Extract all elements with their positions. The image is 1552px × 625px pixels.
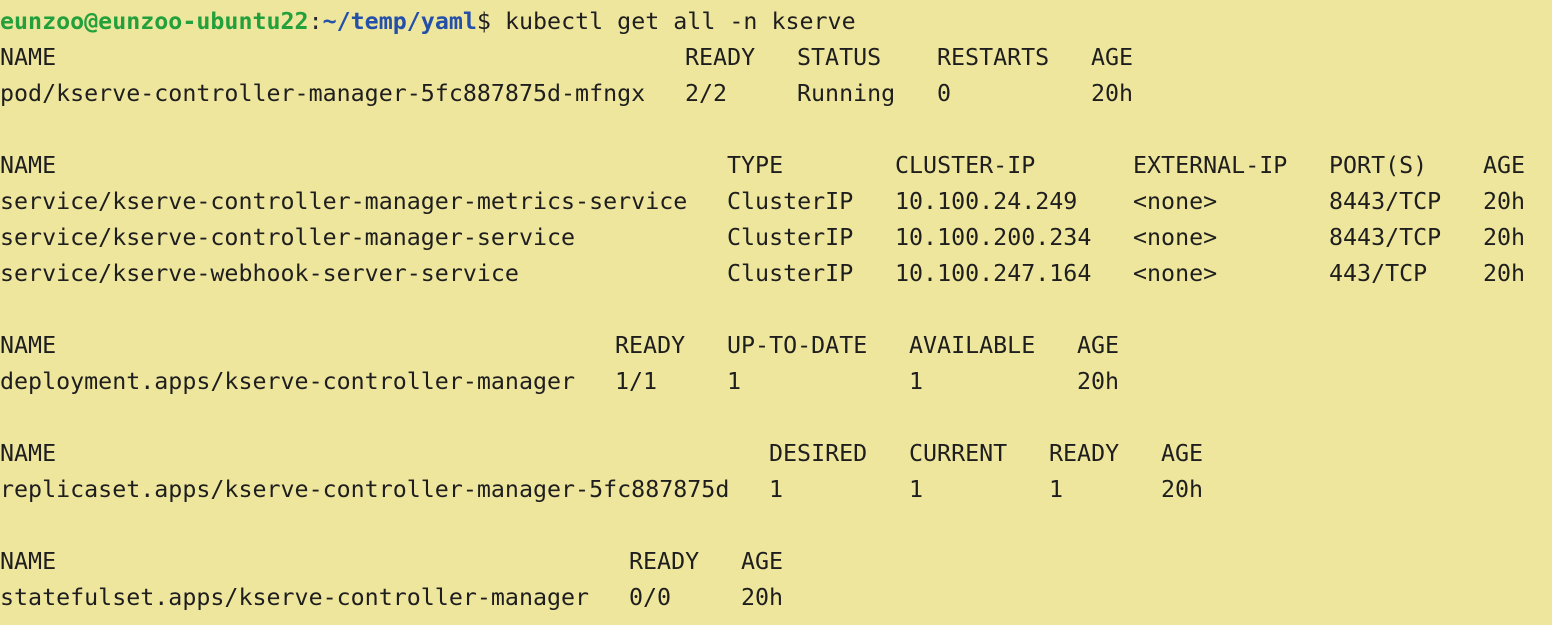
service-ports: 8443/TCP [1329,224,1442,251]
statefulsets-header: NAME READY AGE [0,544,1552,580]
pods-col-restarts: RESTARTS [937,44,1050,71]
deployments-col-ready: READY [615,332,686,359]
statefulset-age: 20h [741,584,784,611]
pods-header: NAME READY STATUS RESTARTS AGE [0,40,1552,76]
replicaset-desired: 1 [769,476,784,503]
service-cluster-ip: 10.100.24.249 [895,188,1078,215]
service-ports: 8443/TCP [1329,188,1442,215]
table-row: service/kserve-webhook-server-service Cl… [0,256,1552,292]
deployments-col-available: AVAILABLE [909,332,1036,359]
prompt-dollar: $ [476,8,491,35]
service-name: service/kserve-controller-manager-servic… [0,224,576,251]
service-age: 20h [1483,188,1526,215]
services-col-name: NAME [0,152,57,179]
service-external-ip: <none> [1133,188,1218,215]
pod-status: Running [797,80,896,107]
statefulsets-col-name: NAME [0,548,57,575]
statefulset-ready: 0/0 [629,584,672,611]
replicaset-age: 20h [1161,476,1204,503]
prompt-user-host: eunzoo@eunzoo-ubuntu22 [0,8,309,35]
statefulsets-col-age: AGE [741,548,784,575]
pods-col-status: STATUS [797,44,882,71]
pod-age: 20h [1091,80,1134,107]
pods-col-ready: READY [685,44,756,71]
replicasets-col-name: NAME [0,440,57,467]
pod-name: pod/kserve-controller-manager-5fc887875d… [0,80,646,107]
deployment-up-to-date: 1 [727,368,742,395]
service-ports: 443/TCP [1329,260,1428,287]
services-col-cluster-ip: CLUSTER-IP [895,152,1036,179]
replicasets-col-current: CURRENT [909,440,1008,467]
services-header: NAME TYPE CLUSTER-IP EXTERNAL-IP PORT(S)… [0,148,1552,184]
services-col-external-ip: EXTERNAL-IP [1133,152,1288,179]
table-row: replicaset.apps/kserve-controller-manage… [0,472,1552,508]
replicaset-name: replicaset.apps/kserve-controller-manage… [0,476,730,503]
table-row: pod/kserve-controller-manager-5fc887875d… [0,76,1552,112]
pod-restarts: 0 [937,80,952,107]
deployment-ready: 1/1 [615,368,658,395]
services-col-ports: PORT(S) [1329,152,1428,179]
statefulset-name: statefulset.apps/kserve-controller-manag… [0,584,590,611]
deployments-header: NAME READY UP-TO-DATE AVAILABLE AGE [0,328,1552,364]
replicaset-current: 1 [909,476,924,503]
table-row: service/kserve-controller-manager-metric… [0,184,1552,220]
service-age: 20h [1483,260,1526,287]
service-name: service/kserve-controller-manager-metric… [0,188,688,215]
command-text: kubectl get all -n kserve [490,8,856,35]
pod-ready: 2/2 [685,80,728,107]
replicasets-col-age: AGE [1161,440,1204,467]
service-cluster-ip: 10.100.247.164 [895,260,1092,287]
prompt-path: ~/temp/yaml [322,8,477,35]
deployments-col-up-to-date: UP-TO-DATE [727,332,868,359]
table-row: service/kserve-controller-manager-servic… [0,220,1552,256]
pods-col-name: NAME [0,44,57,71]
deployment-age: 20h [1077,368,1120,395]
service-type: ClusterIP [727,260,854,287]
prompt-line: eunzoo@eunzoo-ubuntu22:~/temp/yaml$ kube… [0,4,1552,40]
service-age: 20h [1483,224,1526,251]
service-external-ip: <none> [1133,224,1218,251]
service-type: ClusterIP [727,188,854,215]
pods-col-age: AGE [1091,44,1134,71]
services-col-age: AGE [1483,152,1526,179]
replicasets-col-desired: DESIRED [769,440,868,467]
services-col-type: TYPE [727,152,784,179]
replicasets-col-ready: READY [1049,440,1120,467]
deployments-col-name: NAME [0,332,57,359]
service-external-ip: <none> [1133,260,1218,287]
prompt-text: eunzoo@eunzoo-ubuntu22:~/temp/yaml$ kube… [0,4,856,40]
service-cluster-ip: 10.100.200.234 [895,224,1092,251]
deployments-col-age: AGE [1077,332,1120,359]
service-name: service/kserve-webhook-server-service [0,260,519,287]
deployment-available: 1 [909,368,924,395]
table-row: deployment.apps/kserve-controller-manage… [0,364,1552,400]
statefulsets-col-ready: READY [629,548,700,575]
replicasets-header: NAME DESIRED CURRENT READY AGE [0,436,1552,472]
deployment-name: deployment.apps/kserve-controller-manage… [0,368,576,395]
replicaset-ready: 1 [1049,476,1064,503]
truncated-next-line [0,612,520,625]
prompt-colon: : [308,8,323,35]
service-type: ClusterIP [727,224,854,251]
terminal-window[interactable]: eunzoo@eunzoo-ubuntu22:~/temp/yaml$ kube… [0,0,1552,625]
table-row: statefulset.apps/kserve-controller-manag… [0,580,1552,616]
